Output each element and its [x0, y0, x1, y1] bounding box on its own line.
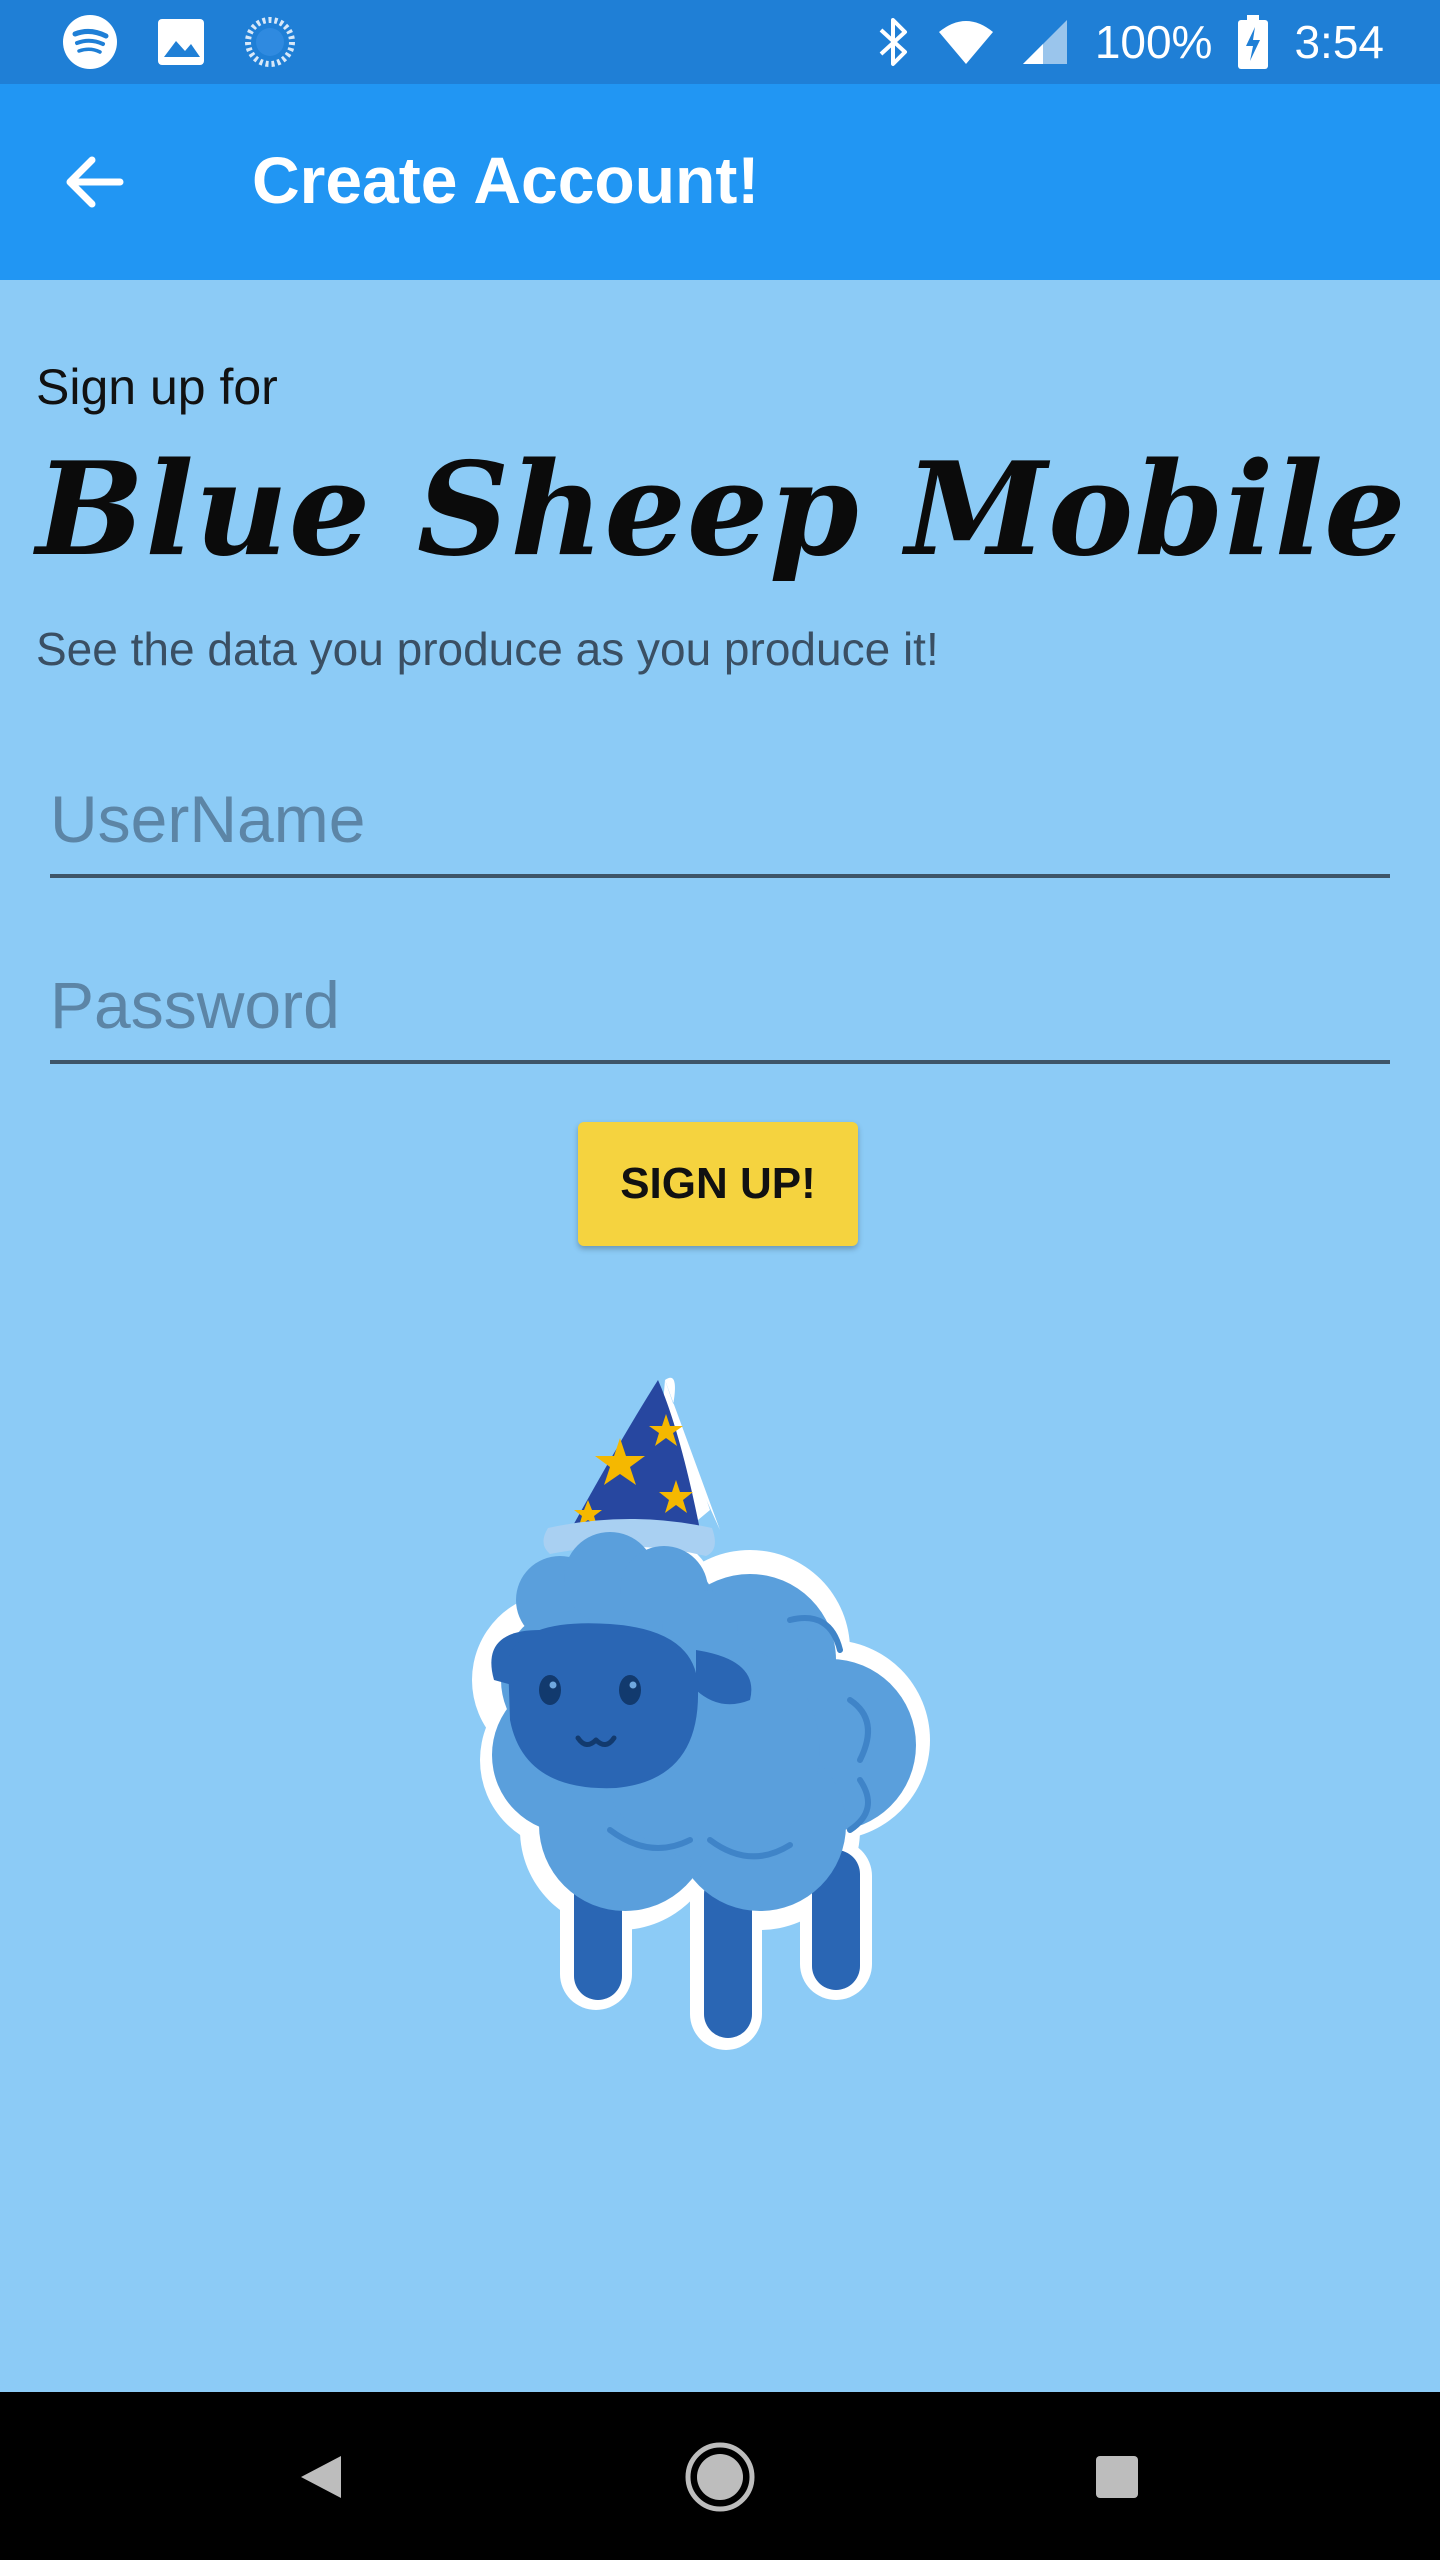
image-icon [158, 19, 204, 65]
spotify-icon [63, 15, 117, 69]
tagline: See the data you produce as you produce … [36, 623, 939, 675]
status-bar: 100% 3:54 [0, 0, 1440, 84]
password-field-container [50, 950, 1390, 1064]
password-field[interactable] [50, 950, 1390, 1060]
username-field-container [50, 764, 1390, 878]
sign-up-button[interactable]: SIGN UP! [578, 1122, 858, 1246]
sheep-wizard-illustration [472, 1377, 930, 2050]
app-bar: Create Account! [0, 84, 1440, 280]
bluetooth-icon [879, 18, 907, 66]
nav-back-icon [301, 2456, 341, 2498]
intro-text: Sign up for [36, 359, 278, 415]
clock: 3:54 [1294, 16, 1384, 68]
battery-percent: 100% [1094, 16, 1213, 68]
nav-recents-icon [1096, 2456, 1138, 2498]
arrow-back-icon [66, 156, 124, 208]
loading-icon [245, 17, 295, 67]
brand-title: Blue Sheep Mobile [36, 435, 1407, 585]
page-title: Create Account! [252, 143, 760, 217]
nav-home-icon [685, 2442, 755, 2512]
wifi-icon [938, 21, 993, 64]
battery-charging-icon [1238, 15, 1269, 69]
back-button[interactable] [52, 138, 140, 226]
navigation-bar [0, 2392, 1440, 2560]
nav-back-button[interactable] [275, 2432, 365, 2522]
nav-home-button[interactable] [675, 2432, 765, 2522]
username-field[interactable] [50, 764, 1390, 874]
cell-signal-icon [1022, 20, 1067, 64]
nav-recents-button[interactable] [1072, 2432, 1162, 2522]
